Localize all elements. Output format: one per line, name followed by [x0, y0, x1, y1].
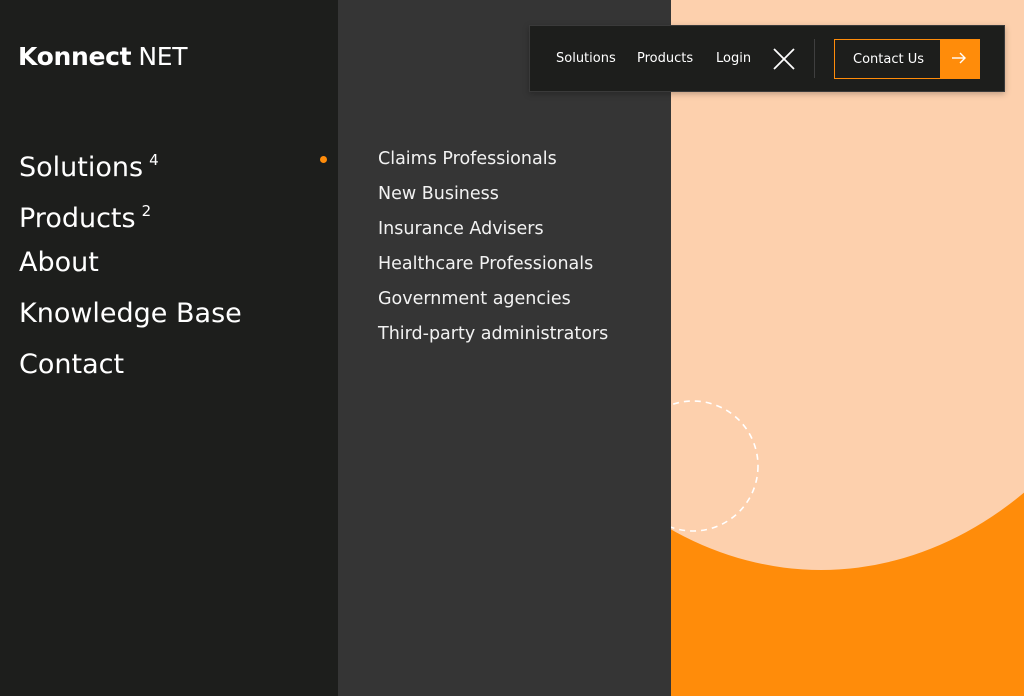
menu-item-count: 2: [141, 202, 152, 220]
nav-link-login[interactable]: Login: [716, 50, 751, 68]
menu-item-about[interactable]: About: [19, 242, 242, 293]
top-navigation-bar: Solutions Products Login Contact Us: [529, 25, 1005, 92]
menu-item-solutions[interactable]: Solutions 4: [19, 140, 242, 191]
menu-item-label: Solutions: [19, 152, 144, 183]
submenu-item-new-business[interactable]: New Business: [378, 181, 608, 216]
nav-link-solutions[interactable]: Solutions: [556, 50, 616, 68]
submenu-item-government-agencies[interactable]: Government agencies: [378, 286, 608, 321]
close-menu-button[interactable]: [771, 46, 797, 72]
menu-item-label: Knowledge Base: [19, 298, 242, 329]
contact-us-label: Contact Us: [853, 52, 924, 67]
brand-name-bold: Konnect: [18, 42, 132, 71]
arrow-right-icon: [952, 52, 966, 64]
submenu-item-claims-professionals[interactable]: Claims Professionals: [378, 146, 608, 181]
close-icon: [773, 48, 795, 70]
nav-link-products[interactable]: Products: [637, 50, 693, 68]
brand-logo[interactable]: Konnect NET: [18, 42, 188, 71]
brand-name-light: NET: [138, 42, 188, 71]
menu-item-label: Contact: [19, 349, 125, 380]
submenu-item-insurance-advisers[interactable]: Insurance Advisers: [378, 216, 608, 251]
menu-item-label: About: [19, 247, 99, 278]
dashed-circle-decoration: [671, 400, 759, 532]
menu-overlay-page: Konnect NET Solutions 4 Products 2 About Kn…: [0, 0, 1024, 696]
menu-item-products[interactable]: Products 2: [19, 191, 242, 242]
decorative-panel: [671, 0, 1024, 696]
submenu-item-third-party-administrators[interactable]: Third-party administrators: [378, 321, 608, 356]
contact-us-button[interactable]: Contact Us: [834, 39, 980, 79]
menu-item-knowledge-base[interactable]: Knowledge Base: [19, 293, 242, 344]
contact-arrow-box: [940, 39, 980, 79]
main-menu: Solutions 4 Products 2 About Knowledge Bas…: [19, 140, 242, 395]
solutions-submenu: Claims Professionals New Business Insura…: [378, 146, 608, 356]
menu-item-label: Products: [19, 203, 136, 234]
menu-item-count: 4: [149, 151, 159, 169]
nav-divider: [814, 39, 815, 78]
submenu-item-healthcare-professionals[interactable]: Healthcare Professionals: [378, 251, 608, 286]
menu-item-contact[interactable]: Contact: [19, 344, 242, 395]
active-indicator-dot: [320, 156, 327, 163]
